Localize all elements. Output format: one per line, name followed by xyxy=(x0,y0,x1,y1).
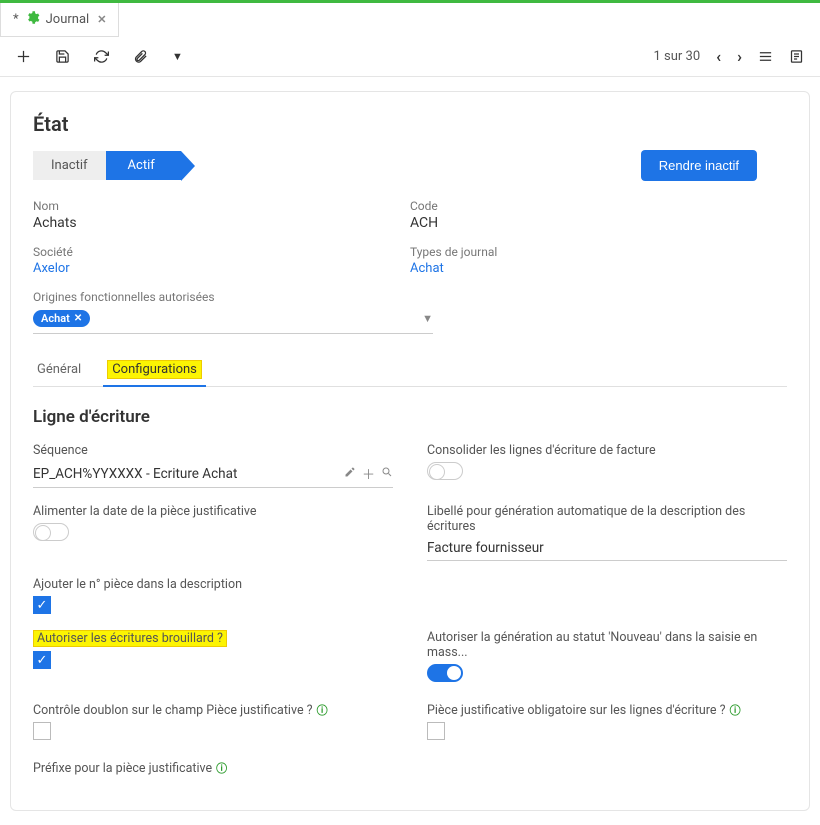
info-icon[interactable]: ⓘ xyxy=(730,702,741,718)
close-icon[interactable]: ✕ xyxy=(97,13,106,26)
name-label: Nom xyxy=(33,199,394,213)
description-gen-input[interactable] xyxy=(427,538,787,561)
window-tab-journal[interactable]: * Journal ✕ xyxy=(0,3,119,37)
company-label: Société xyxy=(33,245,394,259)
prev-arrow-icon[interactable]: ‹ xyxy=(716,47,721,66)
justif-required-text: Pièce justificative obligatoire sur les … xyxy=(427,703,726,718)
tab-configurations-highlight: Configurations xyxy=(107,360,202,379)
prefix-label: Préfixe pour la pièce justificative ⓘ xyxy=(33,760,393,776)
allow-draft-checkbox[interactable]: ✓ xyxy=(33,651,51,669)
feed-date-toggle[interactable] xyxy=(33,523,69,541)
status-pills: Inactif Actif xyxy=(33,151,181,180)
form-card: État Inactif Actif Rendre inactif Nom Ac… xyxy=(10,91,810,811)
feed-date-label: Alimenter la date de la pièce justificat… xyxy=(33,504,393,519)
add-piece-checkbox[interactable]: ✓ xyxy=(33,596,51,614)
origins-tags-input[interactable]: Achat ✕ ▼ xyxy=(33,306,433,334)
remove-tag-icon[interactable]: ✕ xyxy=(74,313,82,324)
justif-required-label: Pièce justificative obligatoire sur les … xyxy=(427,702,787,718)
tab-general[interactable]: Général xyxy=(33,356,85,386)
status-pill-active[interactable]: Actif xyxy=(106,151,181,180)
list-view-icon[interactable] xyxy=(758,49,773,64)
consolidate-toggle[interactable] xyxy=(427,462,463,480)
duplicate-check-label: Contrôle doublon sur le champ Pièce just… xyxy=(33,702,393,718)
consolidate-label: Consolider les lignes d'écriture de fact… xyxy=(427,443,787,458)
page-view-icon[interactable] xyxy=(789,49,804,64)
add-icon[interactable] xyxy=(16,49,31,64)
duplicate-check-checkbox[interactable] xyxy=(33,722,51,740)
refresh-icon[interactable] xyxy=(94,49,109,64)
duplicate-check-text: Contrôle doublon sur le champ Pièce just… xyxy=(33,703,313,718)
origin-tag-achat[interactable]: Achat ✕ xyxy=(33,310,90,327)
journal-type-label: Types de journal xyxy=(410,245,771,259)
gear-icon xyxy=(25,10,40,29)
origin-tag-label: Achat xyxy=(41,312,70,325)
origins-label: Origines fonctionnelles autorisées xyxy=(33,290,787,304)
make-inactive-button[interactable]: Rendre inactif xyxy=(641,150,757,181)
code-value: ACH xyxy=(410,215,771,231)
journal-type-link[interactable]: Achat xyxy=(410,261,771,276)
add-piece-label: Ajouter le n° pièce dans la description xyxy=(33,577,393,592)
allow-gen-new-label: Autoriser la génération au statut 'Nouve… xyxy=(427,630,787,660)
status-pill-inactive[interactable]: Inactif xyxy=(33,151,106,180)
pager-label: 1 sur 30 xyxy=(654,49,701,64)
sequence-input[interactable]: EP_ACH%YYXXXX - Ecriture Achat ＋ xyxy=(33,462,393,488)
tab-configurations[interactable]: Configurations xyxy=(103,356,206,387)
tab-dirty-marker: * xyxy=(13,12,19,27)
dropdown-caret-icon[interactable]: ▼ xyxy=(422,312,433,325)
info-icon[interactable]: ⓘ xyxy=(216,760,227,776)
prefix-text: Préfixe pour la pièce justificative xyxy=(33,761,212,776)
sequence-label: Séquence xyxy=(33,443,393,458)
allow-draft-highlight: Autoriser les écritures brouillard ? xyxy=(33,630,227,647)
allow-gen-new-toggle[interactable] xyxy=(427,664,463,682)
section-title-etat: État xyxy=(33,112,787,136)
info-icon[interactable]: ⓘ xyxy=(317,702,328,718)
sequence-value: EP_ACH%YYXXXX - Ecriture Achat xyxy=(33,466,338,482)
allow-draft-label: Autoriser les écritures brouillard ? xyxy=(33,630,393,647)
name-value: Achats xyxy=(33,215,394,231)
toolbar: ▼ 1 sur 30 ‹ › xyxy=(0,37,820,77)
code-label: Code xyxy=(410,199,771,213)
window-tab-bar: * Journal ✕ xyxy=(0,0,820,37)
company-link[interactable]: Axelor xyxy=(33,261,394,276)
description-gen-label: Libellé pour génération automatique de l… xyxy=(427,504,787,534)
edit-icon[interactable] xyxy=(344,466,356,482)
justif-required-checkbox[interactable] xyxy=(427,722,445,740)
save-icon[interactable] xyxy=(55,49,70,64)
section-title-ecriture: Ligne d'écriture xyxy=(33,407,787,427)
dropdown-caret-icon[interactable]: ▼ xyxy=(172,50,183,63)
add-small-icon[interactable]: ＋ xyxy=(362,464,375,483)
tab-title: Journal xyxy=(46,12,90,27)
search-small-icon[interactable] xyxy=(381,466,393,482)
attachment-icon[interactable] xyxy=(133,49,148,64)
next-arrow-icon[interactable]: › xyxy=(737,47,742,66)
inner-tabs: Général Configurations xyxy=(33,356,787,387)
